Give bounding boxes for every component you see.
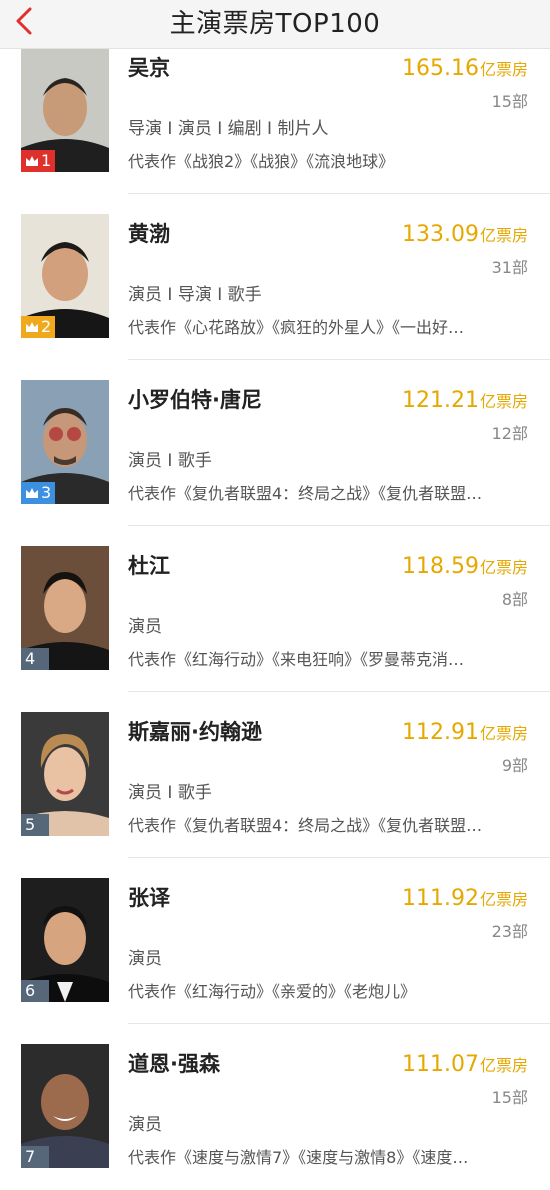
- rank-badge: 3: [21, 482, 56, 504]
- representative-works: 代表作《战狼2》《战狼》《流浪地球》: [128, 152, 395, 171]
- list-item[interactable]: 4 杜江 118.59亿票房 8部 演员 代表作《红海行动》《来电狂响》《罗曼蒂…: [0, 526, 550, 692]
- star-name: 杜江: [128, 554, 170, 578]
- box-office-unit: 亿票房: [479, 226, 528, 245]
- avatar: 4: [21, 546, 109, 670]
- box-office: 111.07亿票房: [402, 1052, 528, 1077]
- list-item[interactable]: 2 黄渤 133.09亿票房 31部 演员 I 导演 I 歌手 代表作《心花路放…: [0, 194, 550, 360]
- roles: 演员: [128, 1115, 162, 1135]
- box-office-unit: 亿票房: [479, 724, 528, 743]
- box-office: 133.09亿票房: [402, 222, 528, 247]
- rank-number: 2: [41, 317, 52, 336]
- list-item[interactable]: 3 小罗伯特·唐尼 121.21亿票房 12部 演员 I 歌手 代表作《复仇者联…: [0, 360, 550, 526]
- representative-works: 代表作《复仇者联盟4：终局之战》《复仇者联盟…: [128, 816, 483, 835]
- list-item[interactable]: 7 道恩·强森 111.07亿票房 15部 演员 代表作《速度与激情7》《速度与…: [0, 1024, 550, 1190]
- list-item[interactable]: 6 张译 111.92亿票房 23部 演员 代表作《红海行动》《亲爱的》《老炮儿…: [0, 858, 550, 1024]
- star-name: 黄渤: [128, 222, 170, 246]
- representative-works: 代表作《复仇者联盟4：终局之战》《复仇者联盟…: [128, 484, 483, 503]
- box-office: 112.91亿票房: [402, 720, 528, 745]
- rank-badge: 2: [21, 316, 56, 338]
- avatar: 7: [21, 1044, 109, 1168]
- box-office-unit: 亿票房: [479, 890, 528, 909]
- film-count: 15部: [491, 92, 528, 111]
- rank-number: 5: [25, 815, 36, 834]
- star-name: 小罗伯特·唐尼: [128, 388, 262, 412]
- roles: 演员 I 歌手: [128, 451, 212, 471]
- box-office-value: 165.16: [402, 56, 479, 81]
- box-office-value: 111.07: [402, 1052, 479, 1077]
- film-count: 31部: [491, 258, 528, 277]
- box-office-value: 121.21: [402, 388, 479, 413]
- box-office: 111.92亿票房: [402, 886, 528, 911]
- representative-works: 代表作《心花路放》《疯狂的外星人》《一出好…: [128, 318, 465, 337]
- film-count: 8部: [501, 590, 528, 609]
- top-bar: 主演票房TOP100: [0, 0, 550, 49]
- roles: 演员: [128, 617, 162, 637]
- box-office: 118.59亿票房: [402, 554, 528, 579]
- rank-number: 4: [25, 649, 36, 668]
- film-count: 23部: [491, 922, 528, 941]
- box-office-unit: 亿票房: [479, 392, 528, 411]
- rank-number: 1: [41, 151, 52, 170]
- film-count: 15部: [491, 1088, 528, 1107]
- film-count: 12部: [491, 424, 528, 443]
- rank-badge: 5: [21, 814, 49, 836]
- star-name: 斯嘉丽·约翰逊: [128, 720, 262, 744]
- roles: 导演 I 演员 I 编剧 I 制片人: [128, 119, 329, 139]
- page-title: 主演票房TOP100: [169, 9, 381, 39]
- box-office-value: 118.59: [402, 554, 479, 579]
- representative-works: 代表作《红海行动》《亲爱的》《老炮儿》: [128, 982, 417, 1001]
- rank-number: 3: [41, 483, 52, 502]
- box-office-unit: 亿票房: [479, 60, 528, 79]
- roles: 演员 I 导演 I 歌手: [128, 285, 262, 305]
- rank-badge: 6: [21, 980, 49, 1002]
- film-count: 9部: [501, 756, 528, 775]
- crown-icon: [26, 156, 38, 166]
- star-name: 道恩·强森: [128, 1052, 220, 1076]
- roles: 演员 I 歌手: [128, 783, 212, 803]
- roles: 演员: [128, 949, 162, 969]
- box-office: 121.21亿票房: [402, 388, 528, 413]
- avatar: 3: [21, 380, 109, 504]
- avatar: 5: [21, 712, 109, 836]
- box-office-value: 112.91: [402, 720, 479, 745]
- avatar: 6: [21, 878, 109, 1002]
- crown-icon: [26, 488, 38, 498]
- box-office-value: 111.92: [402, 886, 479, 911]
- list-item[interactable]: 1 吴京 165.16亿票房 15部 导演 I 演员 I 编剧 I 制片人 代表…: [0, 28, 550, 194]
- rank-badge: 4: [21, 648, 49, 670]
- rank-badge: 1: [21, 150, 56, 172]
- list-item[interactable]: 5 斯嘉丽·约翰逊 112.91亿票房 9部 演员 I 歌手 代表作《复仇者联盟…: [0, 692, 550, 858]
- box-office-unit: 亿票房: [479, 1056, 528, 1075]
- rank-number: 6: [25, 981, 36, 1000]
- representative-works: 代表作《速度与激情7》《速度与激情8》《速度…: [128, 1148, 469, 1167]
- star-name: 吴京: [128, 56, 170, 80]
- representative-works: 代表作《红海行动》《来电狂响》《罗曼蒂克消…: [128, 650, 465, 669]
- crown-icon: [26, 322, 38, 332]
- avatar: 1: [21, 48, 109, 172]
- box-office-value: 133.09: [402, 222, 479, 247]
- avatar: 2: [21, 214, 109, 338]
- box-office-unit: 亿票房: [479, 558, 528, 577]
- box-office: 165.16亿票房: [402, 56, 528, 81]
- star-name: 张译: [128, 886, 170, 910]
